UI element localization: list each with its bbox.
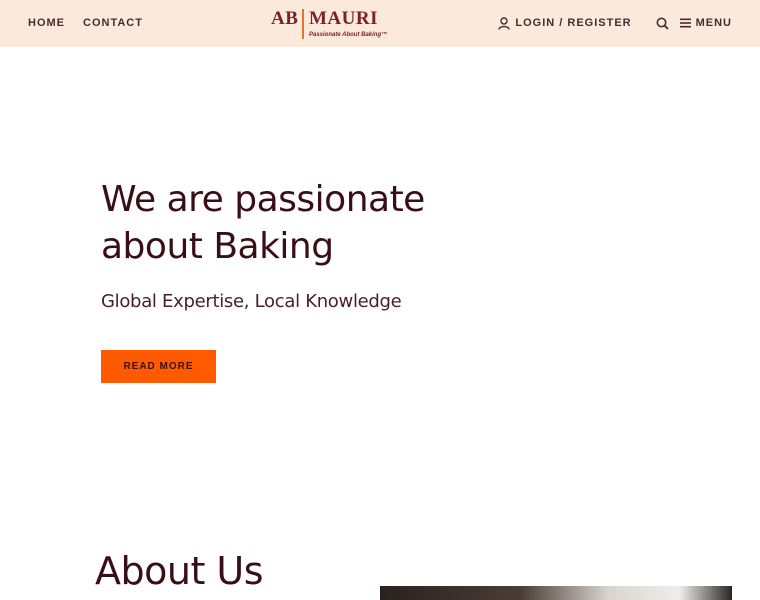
nav-link-home[interactable]: HOME	[28, 17, 65, 29]
user-icon	[498, 16, 511, 30]
search-button[interactable]	[656, 16, 670, 30]
top-navigation-bar: HOME CONTACT AB MAURI Passionate About B…	[0, 0, 760, 47]
about-us-heading: About Us	[95, 549, 264, 593]
read-more-button[interactable]: READ MORE	[101, 350, 216, 383]
logo-mauri-text: MAURI	[309, 8, 378, 29]
login-register-link[interactable]: LOGIN / REGISTER	[498, 16, 632, 30]
login-register-label: LOGIN / REGISTER	[515, 17, 632, 29]
hero-title: We are passionate about Baking	[101, 179, 425, 267]
utility-nav: LOGIN / REGISTER MENU	[498, 16, 732, 30]
about-us-image	[380, 586, 732, 600]
primary-nav: HOME CONTACT	[28, 17, 143, 29]
nav-link-contact[interactable]: CONTACT	[83, 17, 143, 29]
hamburger-icon	[679, 18, 691, 28]
ab-mauri-logo[interactable]: AB MAURI Passionate About Baking™	[271, 8, 387, 42]
logo-ab-text: AB	[271, 8, 299, 29]
logo-tagline: Passionate About Baking™	[309, 32, 388, 38]
hero-subtitle: Global Expertise, Local Knowledge	[101, 291, 402, 312]
search-icon	[656, 17, 669, 30]
menu-button[interactable]: MENU	[679, 17, 732, 29]
menu-label: MENU	[695, 17, 732, 29]
logo-divider	[302, 9, 304, 39]
